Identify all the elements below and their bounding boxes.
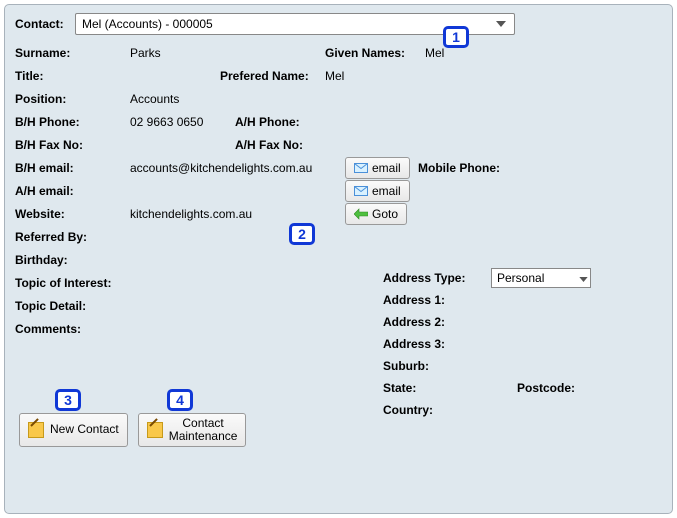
- address-block: Address Type: Personal Address 1: Addres…: [383, 267, 663, 421]
- position-value: Accounts: [130, 92, 179, 106]
- title-label: Title:: [15, 69, 130, 83]
- topic-detail-label: Topic Detail:: [15, 299, 130, 313]
- contact-dropdown-value: Mel (Accounts) - 000005: [82, 17, 213, 31]
- button-row: New Contact Contact Maintenance: [19, 413, 246, 447]
- surname-label: Surname:: [15, 46, 130, 60]
- bh-phone-value: 02 9663 0650: [130, 115, 235, 129]
- prefered-name-label: Prefered Name:: [220, 69, 325, 83]
- contact-row: Contact: Mel (Accounts) - 000005: [15, 13, 662, 35]
- bh-phone-label: B/H Phone:: [15, 115, 130, 129]
- address-type-value: Personal: [497, 271, 544, 285]
- chevron-down-icon: [579, 271, 588, 285]
- referred-by-label: Referred By:: [15, 230, 130, 244]
- help-badge-4: 4: [167, 389, 193, 411]
- bh-email-button-label: email: [372, 161, 401, 175]
- surname-value: Parks: [130, 46, 325, 60]
- comments-label: Comments:: [15, 322, 130, 336]
- contact-maintenance-button[interactable]: Contact Maintenance: [138, 413, 247, 447]
- pencil-icon: [147, 422, 163, 438]
- envelope-icon: [354, 162, 368, 174]
- address3-label: Address 3:: [383, 337, 491, 351]
- ah-email-button-label: email: [372, 184, 401, 198]
- given-names-value: Mel: [425, 46, 662, 60]
- address1-label: Address 1:: [383, 293, 491, 307]
- topic-interest-label: Topic of Interest:: [15, 276, 145, 290]
- bh-email-value: accounts@kitchendelights.com.au: [130, 161, 345, 175]
- website-value: kitchendelights.com.au: [130, 207, 345, 221]
- postcode-label: Postcode:: [517, 381, 575, 395]
- ah-fax-label: A/H Fax No:: [235, 138, 335, 152]
- pencil-icon: [28, 422, 44, 438]
- address-type-dropdown[interactable]: Personal: [491, 268, 591, 288]
- suburb-label: Suburb:: [383, 359, 491, 373]
- envelope-icon: [354, 185, 368, 197]
- contact-dropdown[interactable]: Mel (Accounts) - 000005: [75, 13, 515, 35]
- chevron-down-icon: [492, 15, 510, 33]
- country-label: Country:: [383, 403, 491, 417]
- address-type-label: Address Type:: [383, 271, 491, 285]
- website-label: Website:: [15, 207, 130, 221]
- position-label: Position:: [15, 92, 130, 106]
- bh-email-label: B/H email:: [15, 161, 130, 175]
- birthday-label: Birthday:: [15, 253, 130, 267]
- contact-label: Contact:: [15, 17, 75, 31]
- bh-fax-label: B/H Fax No:: [15, 138, 130, 152]
- goto-button[interactable]: Goto: [345, 203, 407, 225]
- contact-panel: Contact: Mel (Accounts) - 000005 1 Surna…: [4, 4, 673, 514]
- mobile-phone-label: Mobile Phone:: [418, 161, 500, 175]
- ah-email-button[interactable]: email: [345, 180, 410, 202]
- address2-label: Address 2:: [383, 315, 491, 329]
- ah-phone-label: A/H Phone:: [235, 115, 335, 129]
- ah-email-label: A/H email:: [15, 184, 130, 198]
- help-badge-3: 3: [55, 389, 81, 411]
- prefered-name-value: Mel: [325, 69, 344, 83]
- state-label: State:: [383, 381, 491, 395]
- bh-email-button[interactable]: email: [345, 157, 410, 179]
- arrow-left-icon: [354, 208, 368, 220]
- given-names-label: Given Names:: [325, 46, 425, 60]
- contact-maintenance-button-label: Contact Maintenance: [169, 417, 238, 443]
- new-contact-button-label: New Contact: [50, 423, 119, 436]
- goto-button-label: Goto: [372, 207, 398, 221]
- new-contact-button[interactable]: New Contact: [19, 413, 128, 447]
